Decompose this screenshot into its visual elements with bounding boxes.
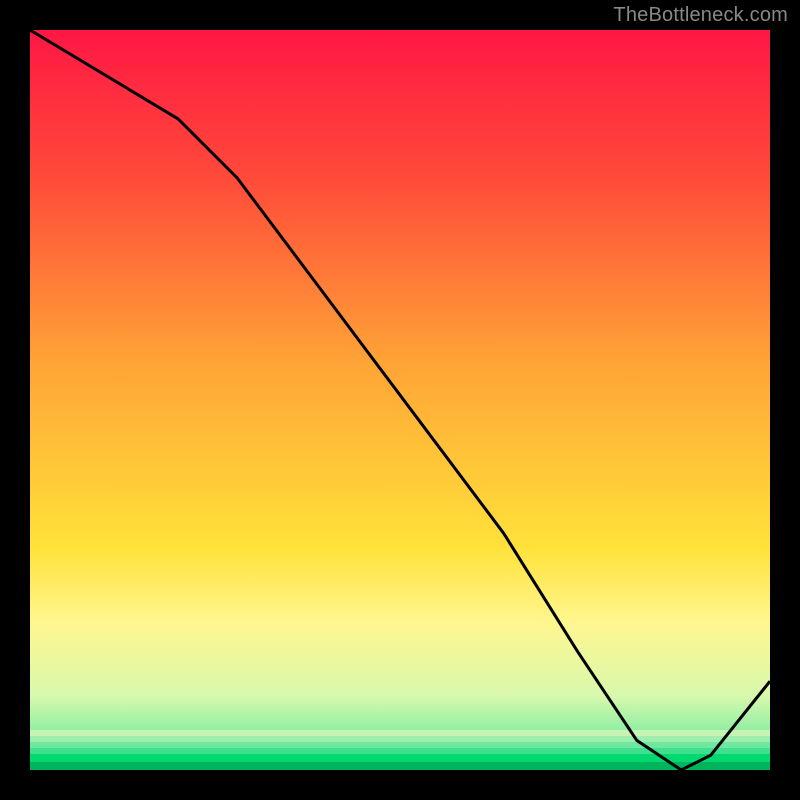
green-band [30,762,770,770]
green-band-stack [30,730,770,770]
plot-inner [30,30,770,770]
green-band [30,742,770,748]
chart-svg [30,30,770,770]
green-band [30,730,770,736]
green-band [30,736,770,742]
gradient-bg [30,30,770,770]
watermark-text: TheBottleneck.com [613,4,788,27]
chart-frame: TheBottleneck.com [0,0,800,800]
plot-area [30,30,770,770]
green-band [30,748,770,754]
